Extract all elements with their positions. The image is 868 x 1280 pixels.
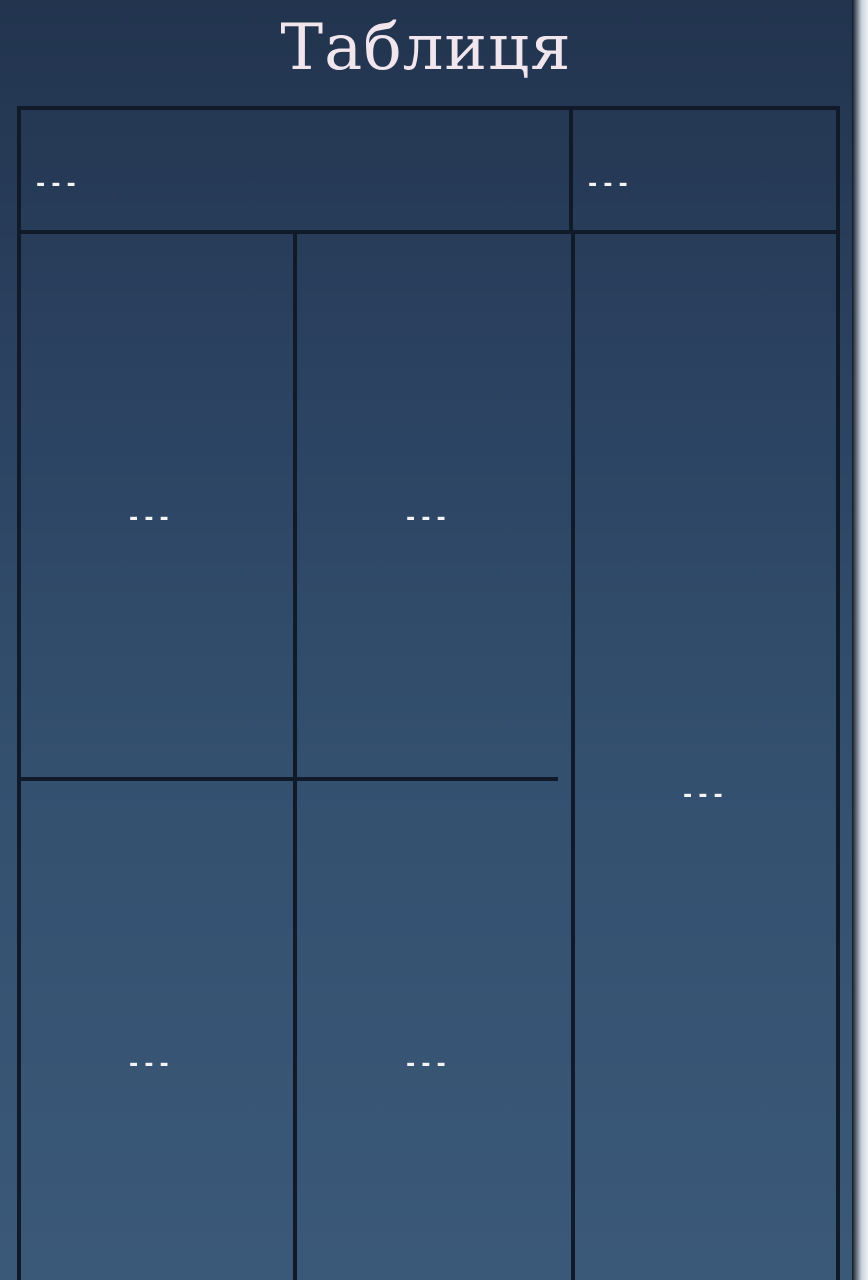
table-screen: Таблиця --- --- --- --- --- --- --- <box>0 0 852 1280</box>
cell-middle-top: --- <box>404 506 450 531</box>
grid-line-right <box>836 106 840 1280</box>
header-cell-left: --- <box>34 172 80 197</box>
header-cell-right: --- <box>586 172 632 197</box>
grid-line-header-top <box>18 106 836 110</box>
grid-line-row-divider <box>18 777 558 781</box>
cell-left-bottom: --- <box>127 1052 173 1077</box>
cell-right-tall: --- <box>681 783 727 808</box>
screen-edge <box>852 0 868 1280</box>
table-title: Таблиця <box>280 11 572 85</box>
grid-line-left <box>17 106 21 1280</box>
grid-line-col-1-2 <box>293 230 297 1280</box>
cell-middle-bottom: --- <box>404 1052 450 1077</box>
grid-line-header-split <box>569 106 573 234</box>
cell-left-top: --- <box>127 506 173 531</box>
grid-line-col-2-3 <box>571 230 575 1280</box>
grid-line-header-bottom <box>18 230 836 234</box>
